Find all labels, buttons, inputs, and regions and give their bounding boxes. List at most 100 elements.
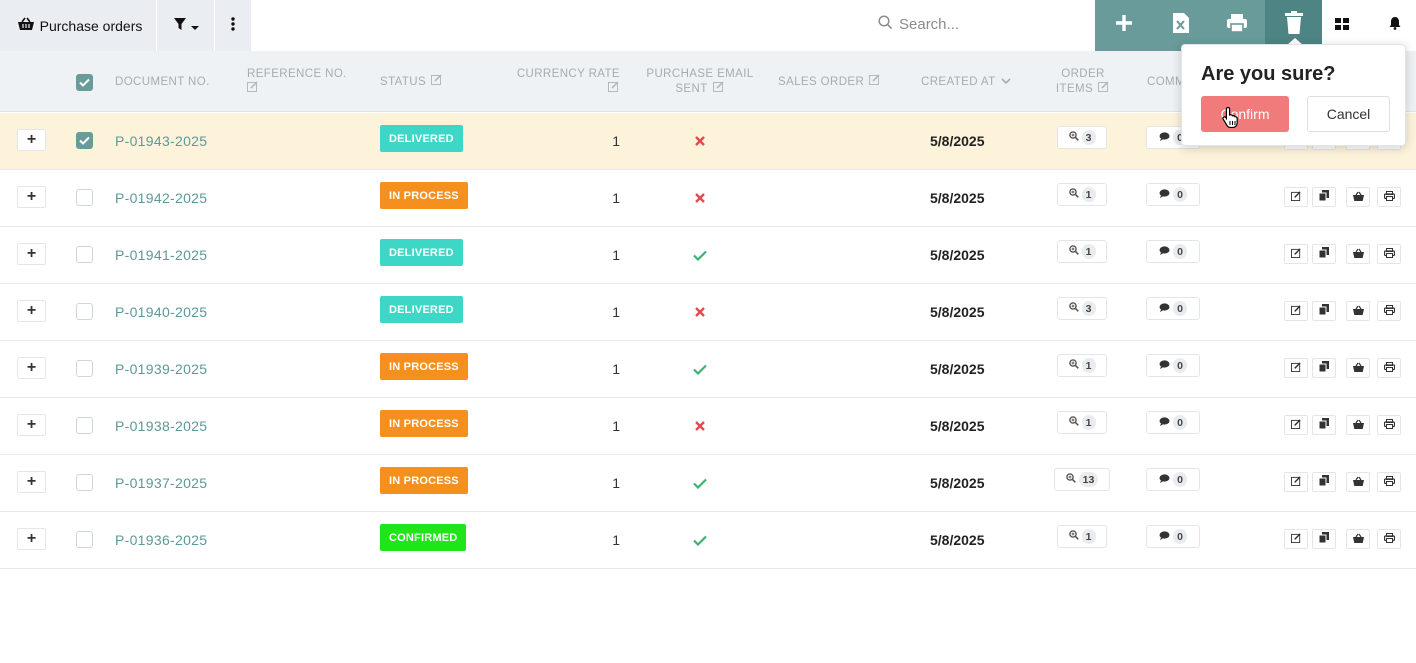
edit-row-button[interactable] [1284, 472, 1308, 492]
column-status[interactable]: STATUS [380, 51, 443, 112]
column-comments[interactable]: COMM [1147, 51, 1185, 112]
row-select-checkbox[interactable] [76, 417, 93, 434]
bell-icon [1389, 16, 1401, 35]
copy-row-button[interactable] [1312, 187, 1336, 207]
document-number-link[interactable]: P-01942-2025 [115, 170, 207, 226]
confirm-delete-popover: Are you sure? Confirm Cancel [1181, 44, 1406, 146]
comments-button[interactable]: 0 [1146, 411, 1200, 434]
document-number-link[interactable]: P-01939-2025 [115, 341, 207, 397]
row-select-checkbox[interactable] [76, 303, 93, 320]
row-select-checkbox[interactable] [76, 132, 93, 149]
table-row[interactable]: + P-01936-2025 CONFIRMED 1 5/8/2025 1 0 [0, 512, 1416, 569]
copy-row-button[interactable] [1312, 244, 1336, 264]
order-items-button[interactable]: 1 [1057, 525, 1107, 548]
print-row-button[interactable] [1377, 358, 1401, 378]
edit-row-button[interactable] [1284, 358, 1308, 378]
column-reference-no[interactable]: REFERENCE NO. [247, 51, 347, 112]
document-number-link[interactable]: P-01937-2025 [115, 455, 207, 511]
comments-button[interactable]: 0 [1146, 525, 1200, 548]
row-select-checkbox[interactable] [76, 189, 93, 206]
comments-button[interactable]: 0 [1146, 354, 1200, 377]
comments-button[interactable]: 0 [1146, 468, 1200, 491]
purchase-orders-menu-button[interactable]: Purchase orders [0, 0, 157, 51]
edit-row-button[interactable] [1284, 301, 1308, 321]
basket-row-button[interactable] [1346, 529, 1370, 549]
print-row-button[interactable] [1377, 529, 1401, 549]
expand-row-button[interactable]: + [17, 414, 46, 436]
copy-row-button[interactable] [1312, 415, 1336, 435]
currency-rate-value: 1 [612, 361, 620, 377]
print-row-button[interactable] [1377, 244, 1401, 264]
expand-row-button[interactable]: + [17, 243, 46, 265]
basket-row-button[interactable] [1346, 301, 1370, 321]
comment-icon [1159, 473, 1170, 486]
table-row[interactable]: + P-01940-2025 DELIVERED 1 5/8/2025 3 0 [0, 284, 1416, 341]
row-select-checkbox[interactable] [76, 246, 93, 263]
expand-row-button[interactable]: + [17, 528, 46, 550]
table-row[interactable]: + P-01942-2025 IN PROCESS 1 5/8/2025 1 0 [0, 170, 1416, 227]
comments-button[interactable]: 0 [1146, 240, 1200, 263]
expand-row-button[interactable]: + [17, 129, 46, 151]
table-row[interactable]: + P-01939-2025 IN PROCESS 1 5/8/2025 1 0 [0, 341, 1416, 398]
basket-row-button[interactable] [1346, 244, 1370, 264]
edit-row-button[interactable] [1284, 187, 1308, 207]
filter-button[interactable] [157, 0, 215, 51]
order-items-button[interactable]: 1 [1057, 354, 1107, 377]
comments-button[interactable]: 0 [1146, 183, 1200, 206]
order-items-button[interactable]: 1 [1057, 183, 1107, 206]
basket-row-button[interactable] [1346, 187, 1370, 207]
table-row[interactable]: + P-01941-2025 DELIVERED 1 5/8/2025 1 0 [0, 227, 1416, 284]
edit-row-button[interactable] [1284, 529, 1308, 549]
print-row-button[interactable] [1377, 415, 1401, 435]
expand-row-button[interactable]: + [17, 186, 46, 208]
expand-row-button[interactable]: + [17, 357, 46, 379]
table-row[interactable]: + P-01937-2025 IN PROCESS 1 5/8/2025 13 0 [0, 455, 1416, 512]
edit-row-button[interactable] [1284, 244, 1308, 264]
row-select-checkbox[interactable] [76, 474, 93, 491]
order-items-button[interactable]: 3 [1057, 297, 1107, 320]
basket-row-button[interactable] [1346, 472, 1370, 492]
search-input[interactable]: Search... [899, 16, 959, 33]
basket-row-button[interactable] [1346, 358, 1370, 378]
expand-row-button[interactable]: + [17, 471, 46, 493]
column-order-items[interactable]: ORDER ITEMS [1048, 51, 1118, 112]
row-select-checkbox[interactable] [76, 360, 93, 377]
print-row-button[interactable] [1377, 301, 1401, 321]
expand-row-button[interactable]: + [17, 300, 46, 322]
cancel-button[interactable]: Cancel [1307, 96, 1390, 132]
document-number-link[interactable]: P-01936-2025 [115, 512, 207, 568]
copy-row-button[interactable] [1312, 529, 1336, 549]
column-document-no[interactable]: DOCUMENT NO. [115, 51, 210, 112]
copy-row-button[interactable] [1312, 358, 1336, 378]
comments-count: 0 [1173, 244, 1187, 259]
column-purchase-email-sent[interactable]: PURCHASE EMAIL SENT [640, 51, 760, 112]
print-row-button[interactable] [1377, 187, 1401, 207]
edit-icon [608, 81, 620, 96]
copy-row-button[interactable] [1312, 472, 1336, 492]
document-number-link[interactable]: P-01940-2025 [115, 284, 207, 340]
search-box[interactable]: Search... [878, 15, 959, 34]
confirm-button[interactable]: Confirm [1201, 96, 1289, 132]
document-number-link[interactable]: P-01938-2025 [115, 398, 207, 454]
order-items-button[interactable]: 3 [1057, 126, 1107, 149]
document-number-link[interactable]: P-01941-2025 [115, 227, 207, 283]
order-items-button[interactable]: 1 [1057, 411, 1107, 434]
row-select-checkbox[interactable] [76, 531, 93, 548]
copy-row-button[interactable] [1312, 301, 1336, 321]
comments-button[interactable]: 0 [1146, 297, 1200, 320]
column-sales-order[interactable]: SALES ORDER [778, 51, 881, 112]
order-items-button[interactable]: 13 [1054, 468, 1110, 491]
table-row[interactable]: + P-01938-2025 IN PROCESS 1 5/8/2025 1 0 [0, 398, 1416, 455]
currency-rate-value: 1 [612, 418, 620, 434]
more-options-button[interactable] [215, 0, 252, 51]
column-currency-rate[interactable]: CURRENCY RATE [510, 51, 620, 112]
basket-row-button[interactable] [1346, 415, 1370, 435]
edit-row-button[interactable] [1284, 415, 1308, 435]
print-row-button[interactable] [1377, 472, 1401, 492]
select-all-checkbox[interactable] [76, 74, 93, 91]
order-items-button[interactable]: 1 [1057, 240, 1107, 263]
document-number-link[interactable]: P-01943-2025 [115, 113, 207, 169]
column-created-at[interactable]: CREATED AT [921, 51, 1011, 112]
add-button[interactable] [1095, 0, 1152, 51]
comment-icon [1159, 188, 1170, 201]
